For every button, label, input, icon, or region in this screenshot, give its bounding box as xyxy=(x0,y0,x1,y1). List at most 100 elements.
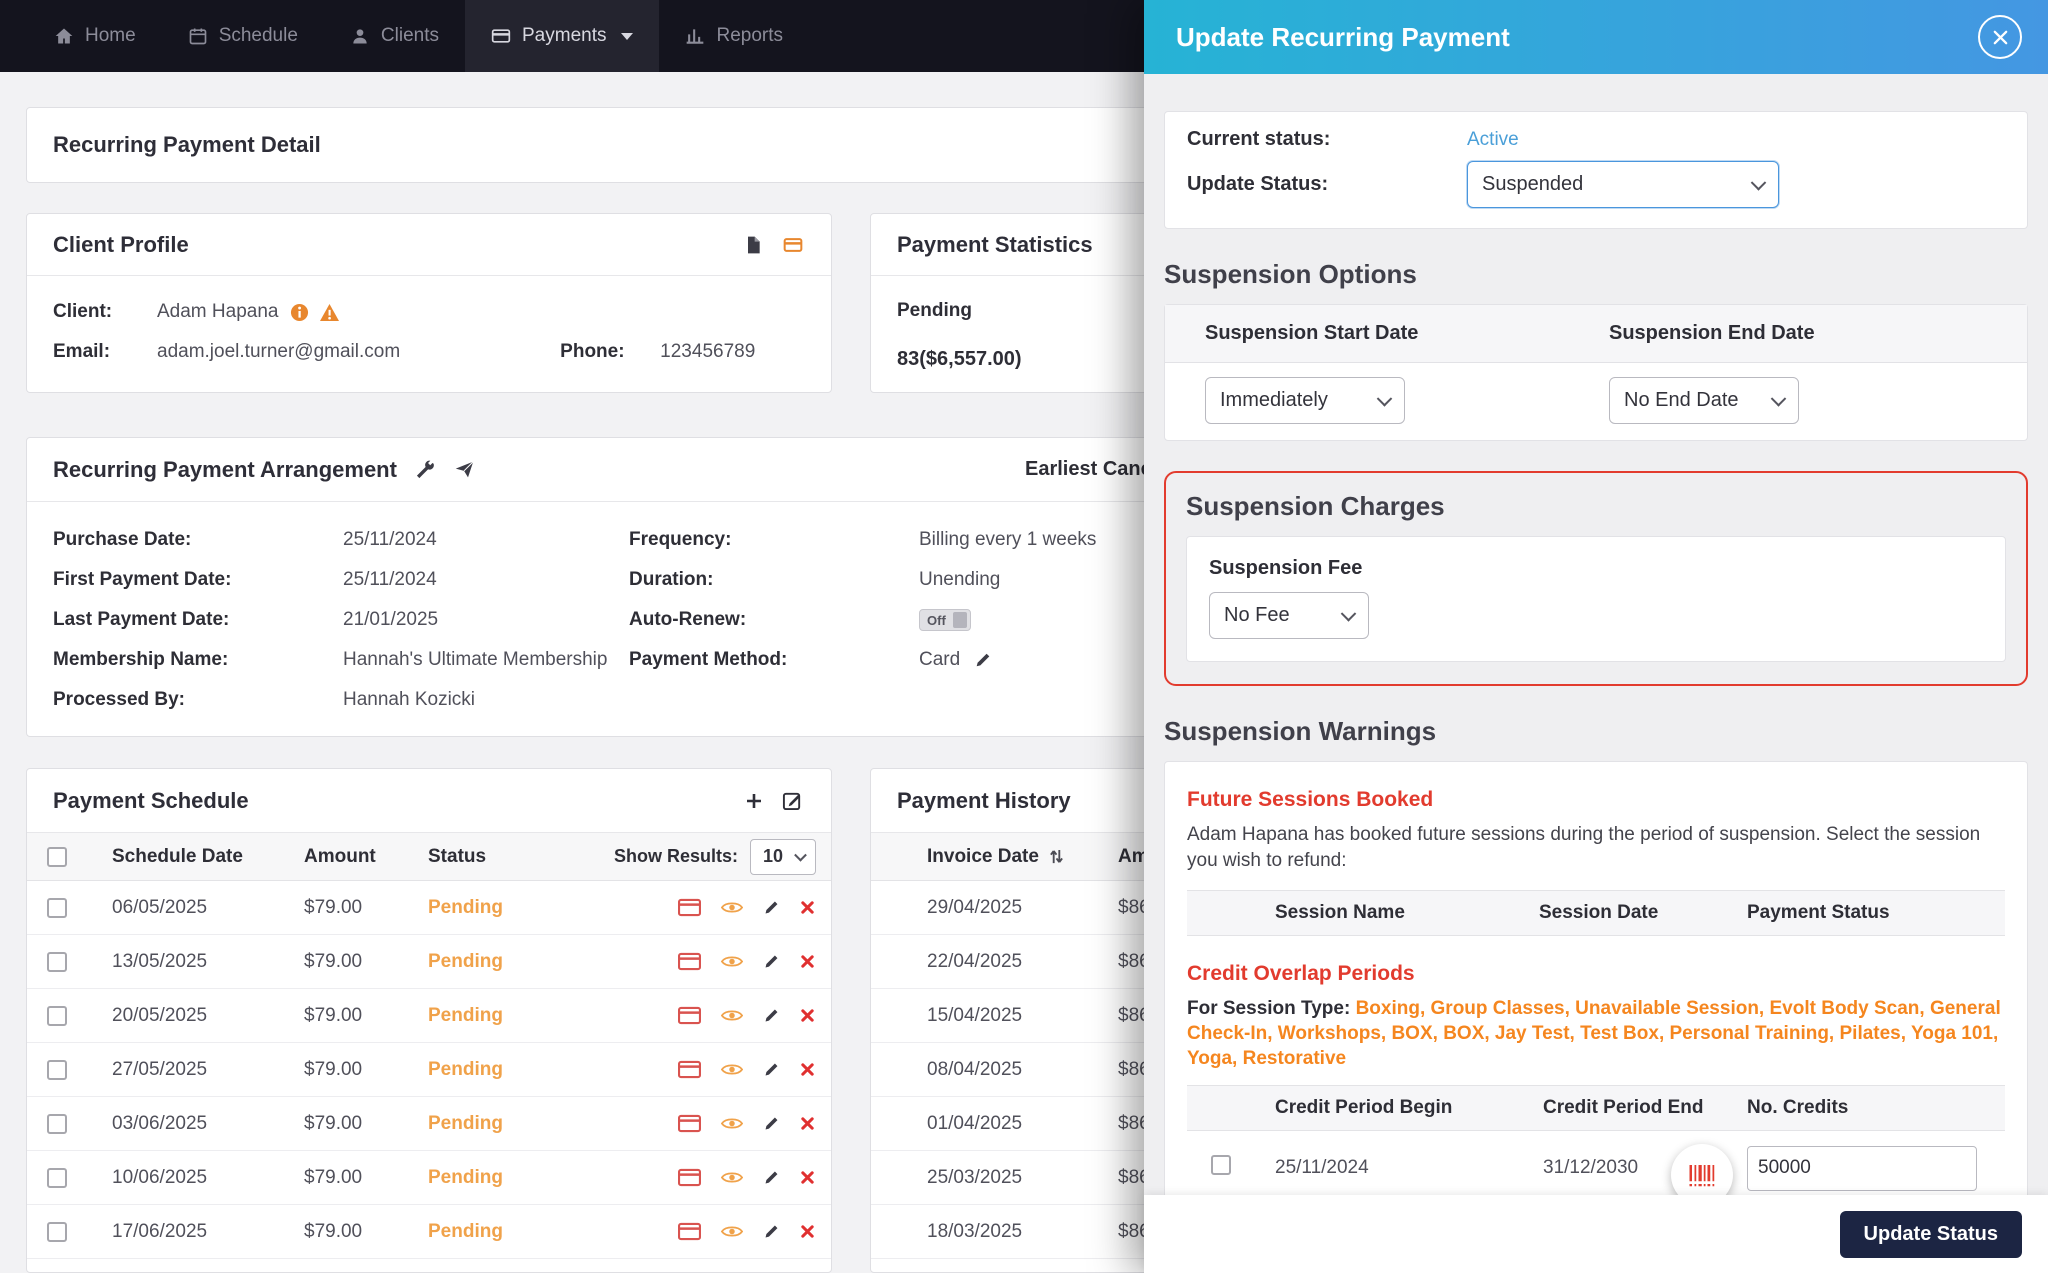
charge-card-icon[interactable] xyxy=(678,1060,701,1079)
schedule-amount: $79.00 xyxy=(279,1005,402,1027)
warning-icon[interactable] xyxy=(319,303,340,322)
nav-home[interactable]: Home xyxy=(28,0,162,72)
view-icon[interactable] xyxy=(721,954,743,969)
modal-header: Update Recurring Payment xyxy=(1144,0,2048,74)
nav-clients-label: Clients xyxy=(381,25,439,47)
row-checkbox[interactable] xyxy=(47,1222,67,1242)
row-checkbox[interactable] xyxy=(47,1006,67,1026)
nav-schedule[interactable]: Schedule xyxy=(162,0,324,72)
schedule-date: 06/05/2025 xyxy=(87,897,279,919)
column-no-credits: No. Credits xyxy=(1747,1097,2005,1119)
nav-clients[interactable]: Clients xyxy=(324,0,465,72)
update-status-select[interactable]: Suspended xyxy=(1467,161,1779,208)
show-results-label: Show Results: xyxy=(614,846,738,867)
delete-icon[interactable] xyxy=(800,954,815,969)
edit-row-icon[interactable] xyxy=(763,1169,780,1186)
suspension-end-select[interactable]: No End Date xyxy=(1609,377,1799,424)
credit-row-checkbox[interactable] xyxy=(1211,1155,1231,1175)
row-checkbox[interactable] xyxy=(47,952,67,972)
suspension-start-select[interactable]: Immediately xyxy=(1205,377,1405,424)
email-label: Email: xyxy=(53,341,157,363)
schedule-amount: $79.00 xyxy=(279,1059,402,1081)
view-icon[interactable] xyxy=(721,1008,743,1023)
invoice-date: 01/04/2025 xyxy=(927,1113,1118,1135)
credit-overlap-title: Credit Overlap Periods xyxy=(1187,962,2005,986)
schedule-row: 27/05/2025 $79.00 Pending xyxy=(27,1043,831,1097)
payment-schedule-title: Payment Schedule xyxy=(53,788,249,814)
schedule-row: 06/05/2025 $79.00 Pending xyxy=(27,881,831,935)
schedule-amount: $79.00 xyxy=(279,1167,402,1189)
info-icon[interactable] xyxy=(290,303,309,322)
column-session-name: Session Name xyxy=(1275,902,1539,924)
edit-row-icon[interactable] xyxy=(763,1115,780,1132)
update-status-button[interactable]: Update Status xyxy=(1840,1211,2022,1258)
suspension-charges-highlight: Suspension Charges Suspension Fee No Fee xyxy=(1164,471,2028,686)
nav-reports[interactable]: Reports xyxy=(659,0,809,72)
auto-renew-toggle[interactable]: Off xyxy=(919,609,971,631)
view-icon[interactable] xyxy=(721,1062,743,1077)
sessions-table-header: Session Name Session Date Payment Status xyxy=(1187,890,2005,936)
client-name: Adam Hapana xyxy=(157,301,278,323)
field-value: Billing every 1 weeks xyxy=(919,529,1096,551)
delete-icon[interactable] xyxy=(800,900,815,915)
status-badge: Pending xyxy=(402,897,547,919)
nav-home-label: Home xyxy=(85,25,136,47)
client-label: Client: xyxy=(53,301,157,323)
view-icon[interactable] xyxy=(721,1116,743,1131)
view-icon[interactable] xyxy=(721,1224,743,1239)
payment-card-icon[interactable] xyxy=(781,235,805,255)
delete-icon[interactable] xyxy=(800,1224,815,1239)
nav-payments-label: Payments xyxy=(522,25,606,47)
modal-title: Update Recurring Payment xyxy=(1176,22,1510,53)
nav-payments[interactable]: Payments xyxy=(465,0,659,72)
delete-icon[interactable] xyxy=(800,1116,815,1131)
close-button[interactable] xyxy=(1978,15,2022,59)
view-icon[interactable] xyxy=(721,900,743,915)
charge-card-icon[interactable] xyxy=(678,1006,701,1025)
column-suspension-start: Suspension Start Date xyxy=(1165,322,1609,345)
row-checkbox[interactable] xyxy=(47,1060,67,1080)
schedule-row: 20/05/2025 $79.00 Pending xyxy=(27,989,831,1043)
future-sessions-text: Adam Hapana has booked future sessions d… xyxy=(1187,822,2005,874)
suspension-charges-title: Suspension Charges xyxy=(1186,491,2006,522)
edit-payment-method-icon[interactable] xyxy=(974,651,992,669)
row-checkbox[interactable] xyxy=(47,1168,67,1188)
view-icon[interactable] xyxy=(721,1170,743,1185)
charge-card-icon[interactable] xyxy=(678,1168,701,1187)
suspension-fee-select[interactable]: No Fee xyxy=(1209,592,1369,639)
barcode-badge[interactable] xyxy=(1671,1144,1733,1196)
show-results-select[interactable]: 10 xyxy=(750,839,816,875)
charge-card-icon[interactable] xyxy=(678,1114,701,1133)
add-payment-icon[interactable] xyxy=(744,791,764,811)
select-all-checkbox[interactable] xyxy=(47,847,67,867)
document-icon[interactable] xyxy=(743,234,763,256)
delete-icon[interactable] xyxy=(800,1170,815,1185)
edit-row-icon[interactable] xyxy=(763,953,780,970)
send-icon[interactable] xyxy=(454,459,475,480)
edit-row-icon[interactable] xyxy=(763,899,780,916)
calendar-icon xyxy=(188,26,208,46)
charge-card-icon[interactable] xyxy=(678,952,701,971)
bar-chart-icon xyxy=(685,26,705,46)
suspension-charges-card: Suspension Fee No Fee xyxy=(1186,536,2006,662)
edit-row-icon[interactable] xyxy=(763,1223,780,1240)
schedule-table-header: Schedule Date Amount Status Show Results… xyxy=(27,833,831,881)
field-label: Frequency: xyxy=(629,529,919,551)
payment-history-title: Payment History xyxy=(897,788,1071,814)
tools-icon[interactable] xyxy=(415,459,436,480)
status-badge: Pending xyxy=(402,1167,547,1189)
charge-card-icon[interactable] xyxy=(678,898,701,917)
schedule-row: 10/06/2025 $79.00 Pending xyxy=(27,1151,831,1205)
edit-row-icon[interactable] xyxy=(763,1061,780,1078)
charge-card-icon[interactable] xyxy=(678,1222,701,1241)
row-checkbox[interactable] xyxy=(47,1114,67,1134)
edit-row-icon[interactable] xyxy=(763,1007,780,1024)
delete-icon[interactable] xyxy=(800,1008,815,1023)
credits-input[interactable] xyxy=(1747,1146,1977,1191)
edit-schedule-icon[interactable] xyxy=(782,790,803,811)
delete-icon[interactable] xyxy=(800,1062,815,1077)
invoice-date: 15/04/2025 xyxy=(927,1005,1118,1027)
column-suspension-end: Suspension End Date xyxy=(1609,322,1815,345)
row-checkbox[interactable] xyxy=(47,898,67,918)
sort-icon[interactable] xyxy=(1049,847,1064,866)
